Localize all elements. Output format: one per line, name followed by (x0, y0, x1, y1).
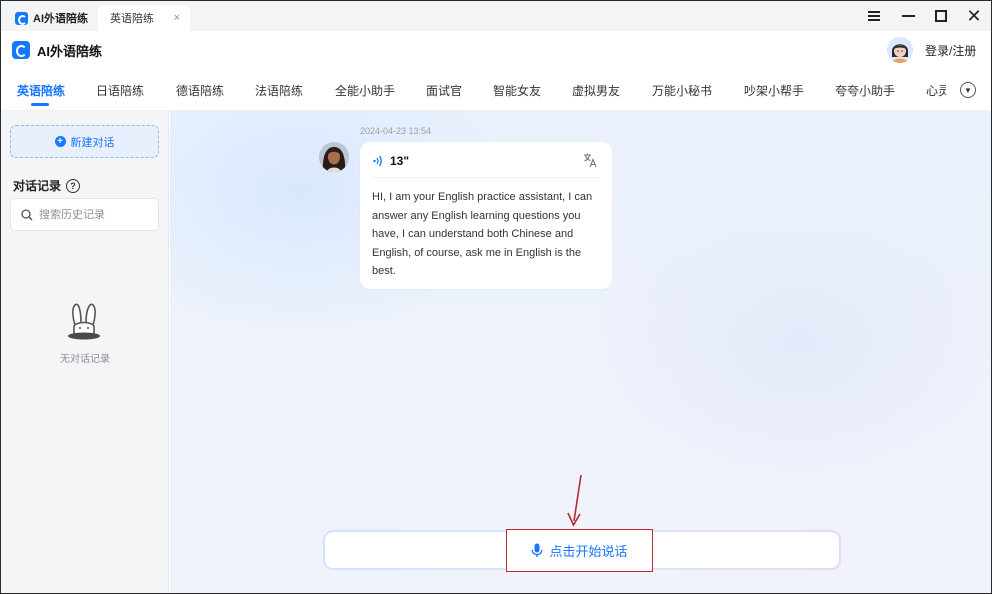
chevron-down-icon[interactable]: ▼ (960, 82, 976, 98)
user-avatar[interactable] (887, 37, 913, 63)
new-chat-label: 新建对话 (70, 136, 115, 149)
maximize-icon[interactable] (930, 5, 952, 27)
category-japanese[interactable]: 日语陪练 (96, 82, 144, 99)
app-title: AI外语陪练 (37, 44, 103, 59)
sound-wave-icon (373, 155, 382, 167)
category-all-round-assistant[interactable]: 全能小助手 (335, 82, 395, 99)
close-icon[interactable]: ✕ (963, 5, 985, 27)
app-window: AI外语陪练 英语陪练 × ✕ AI外语陪练 登录/注册 英语陪练 日语陪练 德… (0, 0, 992, 594)
category-ai-girlfriend[interactable]: 智能女友 (493, 82, 541, 99)
new-chat-button[interactable]: + 新建对话 (10, 125, 159, 158)
microphone-icon (532, 543, 543, 557)
category-virtual-boyfriend[interactable]: 虚拟男友 (572, 82, 620, 99)
assistant-message-text: HI, I am your English practice assistant… (372, 191, 593, 277)
sidebar: + 新建对话 对话记录 ? 无对话记录 (1, 111, 169, 593)
category-french[interactable]: 法语陪练 (255, 82, 303, 99)
plus-circle-icon: + (54, 136, 66, 147)
category-argument-helper[interactable]: 吵架小帮手 (744, 82, 804, 99)
history-title: 对话记录 (13, 179, 62, 193)
empty-history-text: 无对话记录 (60, 354, 110, 365)
tab-app[interactable]: AI外语陪练 (7, 5, 97, 31)
voice-message[interactable]: 13" (372, 152, 409, 170)
category-nav: 英语陪练 日语陪练 德语陪练 法语陪练 全能小助手 面试官 智能女友 虚拟男友 … (1, 69, 991, 111)
login-register-link[interactable]: 登录/注册 (925, 42, 976, 59)
tab-app-label: AI外语陪练 (33, 13, 88, 25)
message-timestamp: 2024-04-23 13:54 (360, 126, 432, 136)
category-praise-helper[interactable]: 夸夸小助手 (835, 82, 895, 99)
category-german[interactable]: 德语陪练 (176, 82, 224, 99)
rabbit-icon (68, 303, 100, 340)
tab-english-practice[interactable]: 英语陪练 × (98, 5, 190, 31)
start-speaking-label: 点击开始说话 (549, 544, 628, 559)
help-icon[interactable]: ? (66, 178, 81, 193)
search-icon (21, 208, 33, 220)
minimize-icon[interactable] (897, 5, 919, 27)
assistant-avatar (319, 142, 349, 172)
assistant-message-bubble: 13" HI, I am your English practice assis… (360, 142, 612, 289)
start-speaking-button[interactable]: 点击开始说话 (506, 529, 653, 572)
active-category-indicator (31, 103, 49, 106)
chat-area: 2024-04-23 13:54 13" HI, I am your Engli… (170, 111, 991, 593)
category-english[interactable]: 英语陪练 (17, 82, 65, 99)
category-interviewer[interactable]: 面试官 (426, 82, 462, 99)
category-secretary[interactable]: 万能小秘书 (652, 82, 712, 99)
category-soul[interactable]: 心灵 (926, 82, 946, 99)
history-search-input[interactable] (39, 208, 149, 221)
app-logo-icon (12, 41, 30, 59)
translate-icon[interactable] (582, 152, 598, 168)
history-search[interactable] (10, 198, 159, 231)
hamburger-menu-icon[interactable] (863, 5, 885, 27)
tab-close-icon[interactable]: × (174, 12, 180, 24)
voice-duration: 13" (390, 154, 410, 168)
tab-english-practice-label: 英语陪练 (110, 13, 154, 25)
tab-strip: AI外语陪练 英语陪练 × ✕ (1, 1, 991, 31)
app-logo-icon (15, 11, 28, 25)
arrow-icon (567, 474, 582, 527)
bubble-divider (372, 177, 600, 178)
history-heading: 对话记录 ? (13, 177, 81, 194)
app-header: AI外语陪练 登录/注册 (1, 31, 991, 69)
